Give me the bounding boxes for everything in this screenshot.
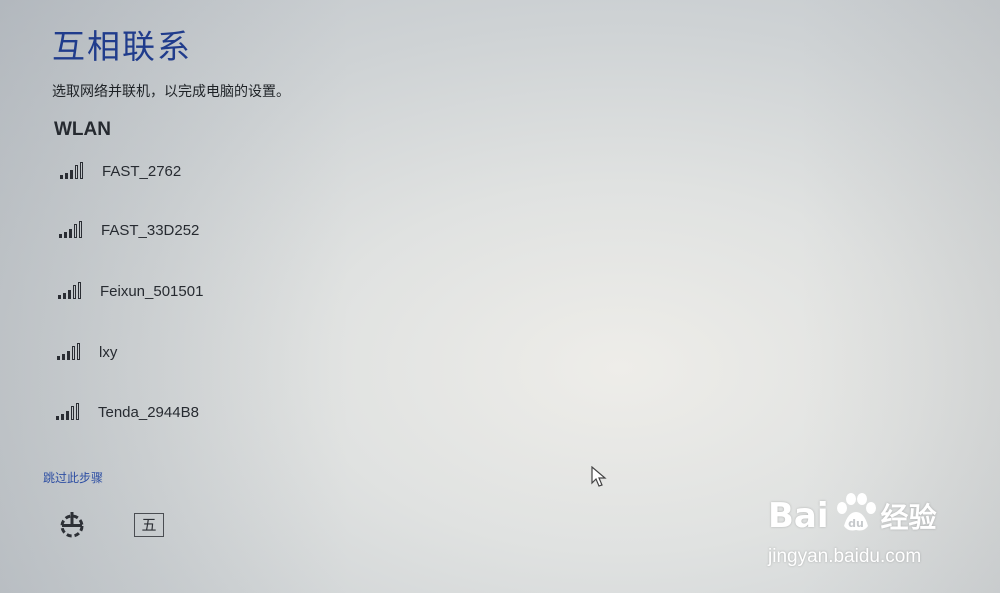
network-name: lxy [99, 343, 118, 361]
wlan-section-label: WLAN [54, 119, 111, 140]
network-name: Feixun_501501 [100, 282, 204, 300]
wifi-signal-icon [59, 221, 91, 238]
baidu-jingyan-watermark: Bai 经验 du jingyan.baidu.com [768, 488, 958, 578]
network-item-tenda-2944b8[interactable]: Tenda_2944B8 [56, 395, 356, 429]
mouse-cursor-icon [590, 465, 610, 488]
wifi-signal-icon [58, 282, 90, 299]
input-method-button[interactable]: 五 [134, 513, 164, 537]
svg-text:du: du [848, 517, 864, 530]
paw-logo-icon: du [837, 493, 876, 531]
network-name: FAST_2762 [102, 162, 182, 180]
wifi-signal-icon [57, 343, 89, 360]
page-subtitle: 选取网络并联机，以完成电脑的设置。 [52, 84, 290, 100]
network-name: FAST_33D252 [101, 221, 200, 239]
watermark-url: jingyan.baidu.com [768, 546, 922, 567]
network-item-fast-2762[interactable]: FAST_2762 [60, 154, 360, 188]
skip-step-link[interactable]: 跳过此步骤 [43, 469, 103, 486]
page-title: 互相联系 [52, 27, 192, 66]
network-item-fast-33d252[interactable]: FAST_33D252 [59, 213, 359, 247]
network-item-lxy[interactable]: lxy [57, 335, 357, 369]
wifi-signal-icon [56, 403, 88, 420]
network-item-feixun-501501[interactable]: Feixun_501501 [58, 274, 358, 308]
wifi-signal-icon [60, 162, 92, 179]
network-name: Tenda_2944B8 [98, 403, 199, 421]
ease-of-access-icon[interactable] [56, 509, 88, 541]
